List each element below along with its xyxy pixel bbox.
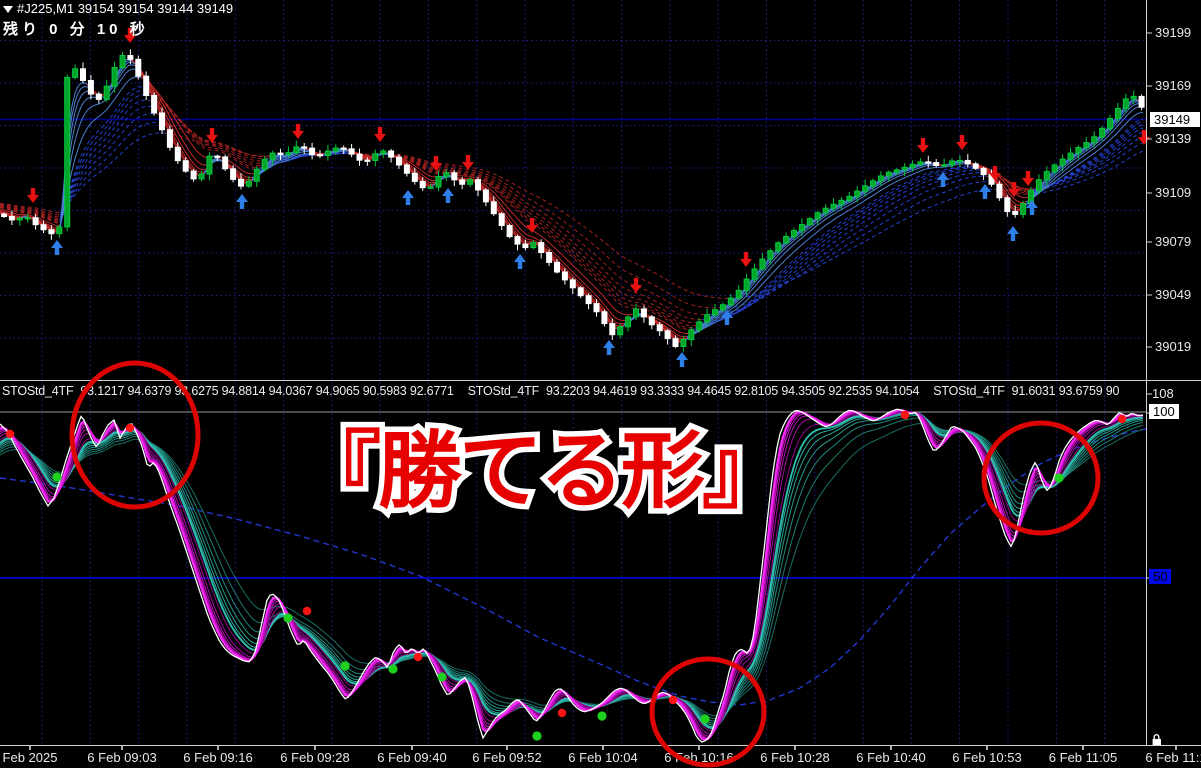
annotation-circle [69,360,201,510]
annotation-circle [649,656,767,768]
mt4-chart-window: 39199 39169 39139 39109 39079 39049 39019 39149… [0,0,1201,768]
annotation-circle [981,420,1101,536]
annotation-layer [69,360,1101,768]
